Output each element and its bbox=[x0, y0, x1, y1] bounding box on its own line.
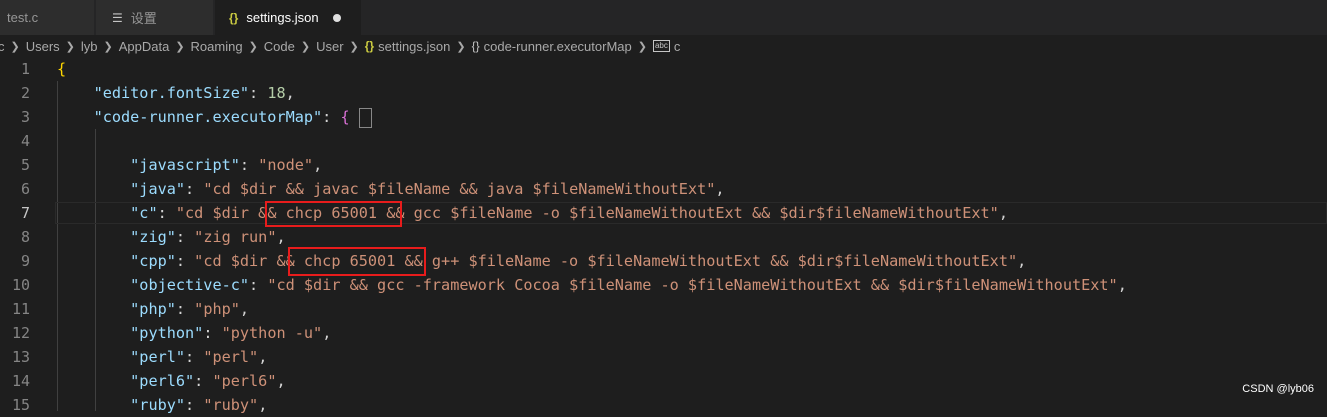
watermark: CSDN @lyb06 bbox=[1242, 383, 1314, 395]
code-line: 14 "perl6": "perl6", bbox=[0, 369, 1327, 393]
object-braces-icon: {} bbox=[471, 39, 480, 53]
line-number: 6 bbox=[20, 180, 30, 198]
line-content: "editor.fontSize": 18, bbox=[93, 84, 295, 102]
line-content: "perl": "perl", bbox=[130, 348, 268, 366]
json-braces-icon: {} bbox=[229, 10, 239, 25]
tab-label: test.c bbox=[7, 10, 39, 25]
bracket-match-highlight bbox=[359, 108, 372, 128]
line-number: 10 bbox=[11, 276, 30, 294]
code-line: 11 "php": "php", bbox=[0, 297, 1327, 321]
breadcrumb-item[interactable]: Users bbox=[26, 39, 60, 54]
line-number: 8 bbox=[20, 228, 30, 246]
chevron-right-icon: ❯ bbox=[103, 40, 113, 53]
code-line: 12 "python": "python -u", bbox=[0, 321, 1327, 345]
line-number: 2 bbox=[20, 84, 30, 102]
code-line: 15 "ruby": "ruby", bbox=[0, 393, 1327, 417]
annotation-highlight-box bbox=[288, 247, 426, 276]
tab-test-c[interactable]: test.c bbox=[0, 0, 95, 35]
breadcrumb-item[interactable]: c bbox=[0, 39, 5, 54]
chevron-right-icon: ❯ bbox=[248, 40, 258, 53]
code-line: 6 "java": "cd $dir && javac $fileName &&… bbox=[0, 177, 1327, 201]
code-line: 4 bbox=[0, 129, 1327, 153]
breadcrumb-item[interactable]: User bbox=[316, 39, 343, 54]
breadcrumb-item[interactable]: Roaming bbox=[191, 39, 243, 54]
line-content: "code-runner.executorMap": { bbox=[93, 108, 350, 126]
line-content: "python": "python -u", bbox=[130, 324, 332, 342]
line-number: 4 bbox=[20, 132, 30, 150]
breadcrumb-item[interactable]: settings.json bbox=[378, 39, 450, 54]
line-number: 13 bbox=[11, 348, 30, 366]
line-number: 7 bbox=[20, 204, 30, 222]
line-content: "objective-c": "cd $dir && gcc -framewor… bbox=[130, 276, 1127, 294]
line-content: "c": "cd $dir && chcp 65001 && gcc $file… bbox=[130, 204, 1008, 222]
line-number: 15 bbox=[11, 396, 30, 414]
chevron-right-icon: ❯ bbox=[175, 40, 185, 53]
breadcrumb-item[interactable]: code-runner.executorMap bbox=[484, 39, 632, 54]
line-number: 9 bbox=[20, 252, 30, 270]
code-line: 8 "zig": "zig run", bbox=[0, 225, 1327, 249]
tab-bar: test.c ☰ 设置 {} settings.json bbox=[0, 0, 1327, 35]
line-content: "ruby": "ruby", bbox=[130, 396, 268, 414]
code-line: 10 "objective-c": "cd $dir && gcc -frame… bbox=[0, 273, 1327, 297]
code-line: 2 "editor.fontSize": 18, bbox=[0, 81, 1327, 105]
code-line: 9 "cpp": "cd $dir && chcp 65001 && g++ $… bbox=[0, 249, 1327, 273]
breadcrumb-item[interactable]: Code bbox=[264, 39, 295, 54]
chevron-right-icon: ❯ bbox=[10, 40, 20, 53]
unsaved-dot-icon[interactable] bbox=[332, 13, 341, 22]
line-number: 14 bbox=[11, 372, 30, 390]
chevron-right-icon: ❯ bbox=[349, 40, 359, 53]
code-line: 3 "code-runner.executorMap": { bbox=[0, 105, 1327, 129]
line-content: "zig": "zig run", bbox=[130, 228, 286, 246]
line-content: { bbox=[57, 60, 67, 78]
chevron-right-icon: ❯ bbox=[300, 40, 311, 53]
chevron-right-icon: ❯ bbox=[456, 40, 466, 53]
line-content: "cpp": "cd $dir && chcp 65001 && g++ $fi… bbox=[130, 252, 1027, 270]
code-editor[interactable]: 1 { 2 "editor.fontSize": 18, 3 "code-run… bbox=[0, 57, 1327, 414]
line-content: "java": "cd $dir && javac $fileName && j… bbox=[130, 180, 725, 198]
code-line: 13 "perl": "perl", bbox=[0, 345, 1327, 369]
annotation-highlight-box bbox=[265, 201, 402, 227]
settings-list-icon: ☰ bbox=[112, 10, 123, 25]
line-content: "perl6": "perl6", bbox=[130, 372, 286, 390]
chevron-right-icon: ❯ bbox=[65, 40, 75, 53]
code-line: 5 "javascript": "node", bbox=[0, 153, 1327, 177]
string-property-icon: abc bbox=[652, 40, 670, 52]
line-content: "php": "php", bbox=[130, 300, 250, 318]
tab-label: settings.json bbox=[246, 10, 319, 25]
chevron-right-icon: ❯ bbox=[637, 40, 647, 53]
line-number: 12 bbox=[11, 324, 30, 342]
line-number: 1 bbox=[20, 60, 30, 78]
breadcrumb: c ❯ Users ❯ lyb ❯ AppData ❯ Roaming ❯ Co… bbox=[0, 35, 1327, 57]
breadcrumb-item[interactable]: lyb bbox=[81, 39, 98, 54]
tab-label: 设置 bbox=[130, 11, 157, 26]
line-content: "javascript": "node", bbox=[130, 156, 323, 174]
line-number: 3 bbox=[20, 108, 30, 126]
json-braces-icon: {} bbox=[364, 39, 375, 53]
breadcrumb-item[interactable]: c bbox=[674, 39, 681, 54]
tab-settings-ui[interactable]: ☰ 设置 bbox=[96, 0, 214, 35]
line-number: 11 bbox=[11, 300, 30, 318]
code-line: 1 { bbox=[0, 57, 1327, 81]
code-line-current: 7 "c": "cd $dir && chcp 65001 && gcc $fi… bbox=[0, 201, 1327, 225]
tab-settings-json[interactable]: {} settings.json bbox=[215, 0, 362, 35]
line-number: 5 bbox=[20, 156, 30, 174]
breadcrumb-item[interactable]: AppData bbox=[119, 39, 170, 54]
